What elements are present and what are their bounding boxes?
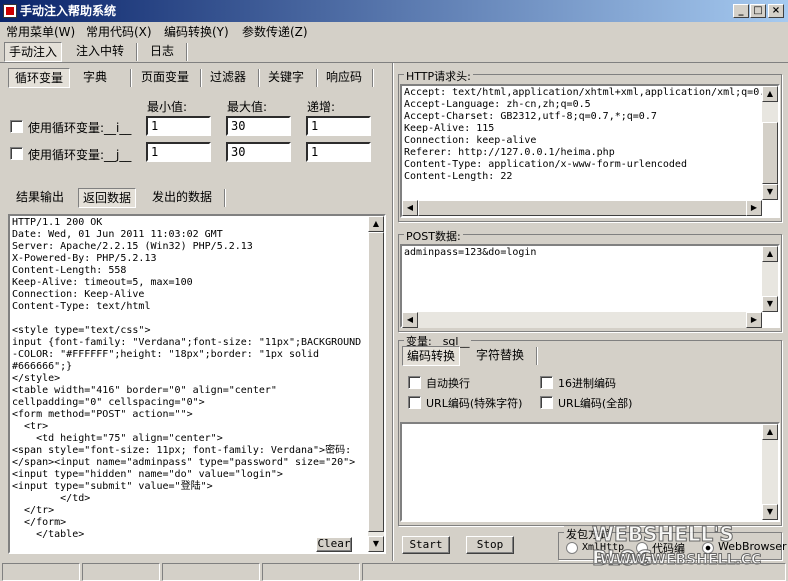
status-cell: [262, 563, 360, 581]
tab-filter[interactable]: 过滤器: [204, 68, 252, 88]
auto-wrap-label: 自动换行: [426, 377, 470, 390]
post-vscroll[interactable]: ▲ ▼: [762, 246, 778, 312]
post-hscroll[interactable]: ◀ ▶: [402, 312, 762, 328]
loop-i-label: 使用循环变量:__i__: [28, 121, 132, 135]
scroll-thumb[interactable]: [368, 232, 384, 532]
min-label: 最小值:: [147, 100, 188, 114]
divider: [130, 69, 132, 87]
url-encode-all-checkbox[interactable]: [540, 396, 553, 409]
tab-log[interactable]: 日志: [142, 42, 182, 62]
step-label: 递增:: [307, 100, 336, 114]
loop-j-min-input[interactable]: 1: [146, 142, 211, 162]
loop-j-max-input[interactable]: 30: [226, 142, 291, 162]
tab-returned-data[interactable]: 返回数据: [78, 188, 136, 208]
post-data-label: POST数据:: [404, 228, 463, 244]
loop-i-max-input[interactable]: 30: [226, 116, 291, 136]
http-header-textarea[interactable]: Accept: text/html,application/xhtml+xml,…: [400, 84, 780, 218]
tab-encode[interactable]: 编码转换: [402, 346, 460, 366]
tab-manual-inject[interactable]: 手动注入: [4, 42, 62, 62]
header-hscroll[interactable]: ◀ ▶: [402, 200, 762, 216]
tab-page-var[interactable]: 页面变量: [136, 68, 194, 88]
stop-button[interactable]: Stop: [466, 536, 514, 554]
loop-i-min-input[interactable]: 1: [146, 116, 211, 136]
url-encode-special-checkbox[interactable]: [408, 396, 421, 409]
clear-button[interactable]: Clear: [316, 537, 352, 552]
scroll-left-icon[interactable]: ◀: [402, 200, 418, 216]
response-text: HTTP/1.1 200 OK Date: Wed, 01 Jun 2011 1…: [12, 217, 362, 540]
scroll-left-icon[interactable]: ◀: [402, 312, 418, 328]
response-vscroll[interactable]: ▲ ▼: [368, 216, 384, 552]
hex-encode-checkbox[interactable]: [540, 376, 553, 389]
divider: [136, 43, 138, 61]
tab-keyword[interactable]: 关键字: [262, 68, 310, 88]
url-encode-all-label: URL编码(全部): [558, 397, 633, 410]
tab-result-output[interactable]: 结果输出: [8, 188, 72, 208]
url-encode-special-label: URL编码(特殊字符): [426, 397, 523, 410]
loop-j-step-input[interactable]: 1: [306, 142, 371, 162]
scroll-up-icon[interactable]: ▲: [762, 246, 778, 262]
response-textarea[interactable]: HTTP/1.1 200 OK Date: Wed, 01 Jun 2011 1…: [8, 214, 386, 554]
minimize-button[interactable]: _: [733, 4, 749, 18]
close-button[interactable]: ×: [768, 4, 784, 18]
variable-textarea[interactable]: [400, 422, 780, 522]
scroll-down-icon[interactable]: ▼: [762, 184, 778, 200]
divider: [372, 69, 374, 87]
start-button[interactable]: Start: [402, 536, 450, 554]
status-cell: [362, 563, 786, 581]
divider: [186, 43, 188, 61]
scroll-thumb[interactable]: [418, 200, 748, 216]
menu-common[interactable]: 常用菜单(W): [6, 22, 75, 42]
variable-vscroll[interactable]: ▲ ▼: [762, 424, 778, 520]
divider: [200, 69, 202, 87]
http-header-text: Accept: text/html,application/xhtml+xml,…: [404, 87, 766, 182]
tab-char-replace[interactable]: 字符替换: [468, 346, 532, 366]
hex-encode-label: 16进制编码: [558, 377, 616, 390]
menu-params[interactable]: 参数传递(Z): [242, 22, 308, 42]
loop-j-checkbox[interactable]: [10, 147, 23, 160]
divider: [316, 69, 318, 87]
auto-wrap-checkbox[interactable]: [408, 376, 421, 389]
maximize-button[interactable]: □: [750, 4, 766, 18]
scroll-right-icon[interactable]: ▶: [746, 312, 762, 328]
divider: [224, 189, 226, 207]
status-cell: [2, 563, 80, 581]
divider: [258, 69, 260, 87]
window-title: 手动注入帮助系统: [20, 4, 117, 18]
scroll-right-icon[interactable]: ▶: [746, 200, 762, 216]
header-vscroll[interactable]: ▲ ▼: [762, 86, 778, 200]
max-label: 最大值:: [227, 100, 268, 114]
http-header-label: HTTP请求头:: [404, 68, 473, 84]
menu-bar: 常用菜单(W) 常用代码(X) 编码转换(Y) 参数传递(Z): [0, 22, 788, 42]
loop-j-label: 使用循环变量:__j__: [28, 148, 132, 162]
status-cell: [82, 563, 160, 581]
scroll-up-icon[interactable]: ▲: [368, 216, 384, 232]
scroll-up-icon[interactable]: ▲: [762, 86, 778, 102]
scroll-up-icon[interactable]: ▲: [762, 424, 778, 440]
tab-dictionary[interactable]: 字典: [74, 68, 116, 88]
menu-encode[interactable]: 编码转换(Y): [164, 22, 229, 42]
scroll-down-icon[interactable]: ▼: [762, 296, 778, 312]
scroll-thumb[interactable]: [762, 122, 778, 184]
tab-loop-var[interactable]: 循环变量: [8, 68, 70, 88]
scroll-down-icon[interactable]: ▼: [368, 536, 384, 552]
xmlhttp-radio[interactable]: [566, 542, 578, 554]
menu-code[interactable]: 常用代码(X): [86, 22, 152, 42]
tab-inject-relay[interactable]: 注入中转: [68, 42, 132, 62]
loop-i-checkbox[interactable]: [10, 120, 23, 133]
scroll-down-icon[interactable]: ▼: [762, 504, 778, 520]
app-icon: [3, 4, 17, 18]
tab-sent-data[interactable]: 发出的数据: [146, 188, 218, 208]
status-cell: [162, 563, 260, 581]
divider: [536, 347, 538, 365]
post-data-text: adminpass=123&do=login: [404, 247, 537, 258]
splitter[interactable]: [392, 63, 394, 561]
title-bar: 手动注入帮助系统: [0, 0, 788, 22]
loop-i-step-input[interactable]: 1: [306, 116, 371, 136]
tab-response-code[interactable]: 响应码: [320, 68, 368, 88]
